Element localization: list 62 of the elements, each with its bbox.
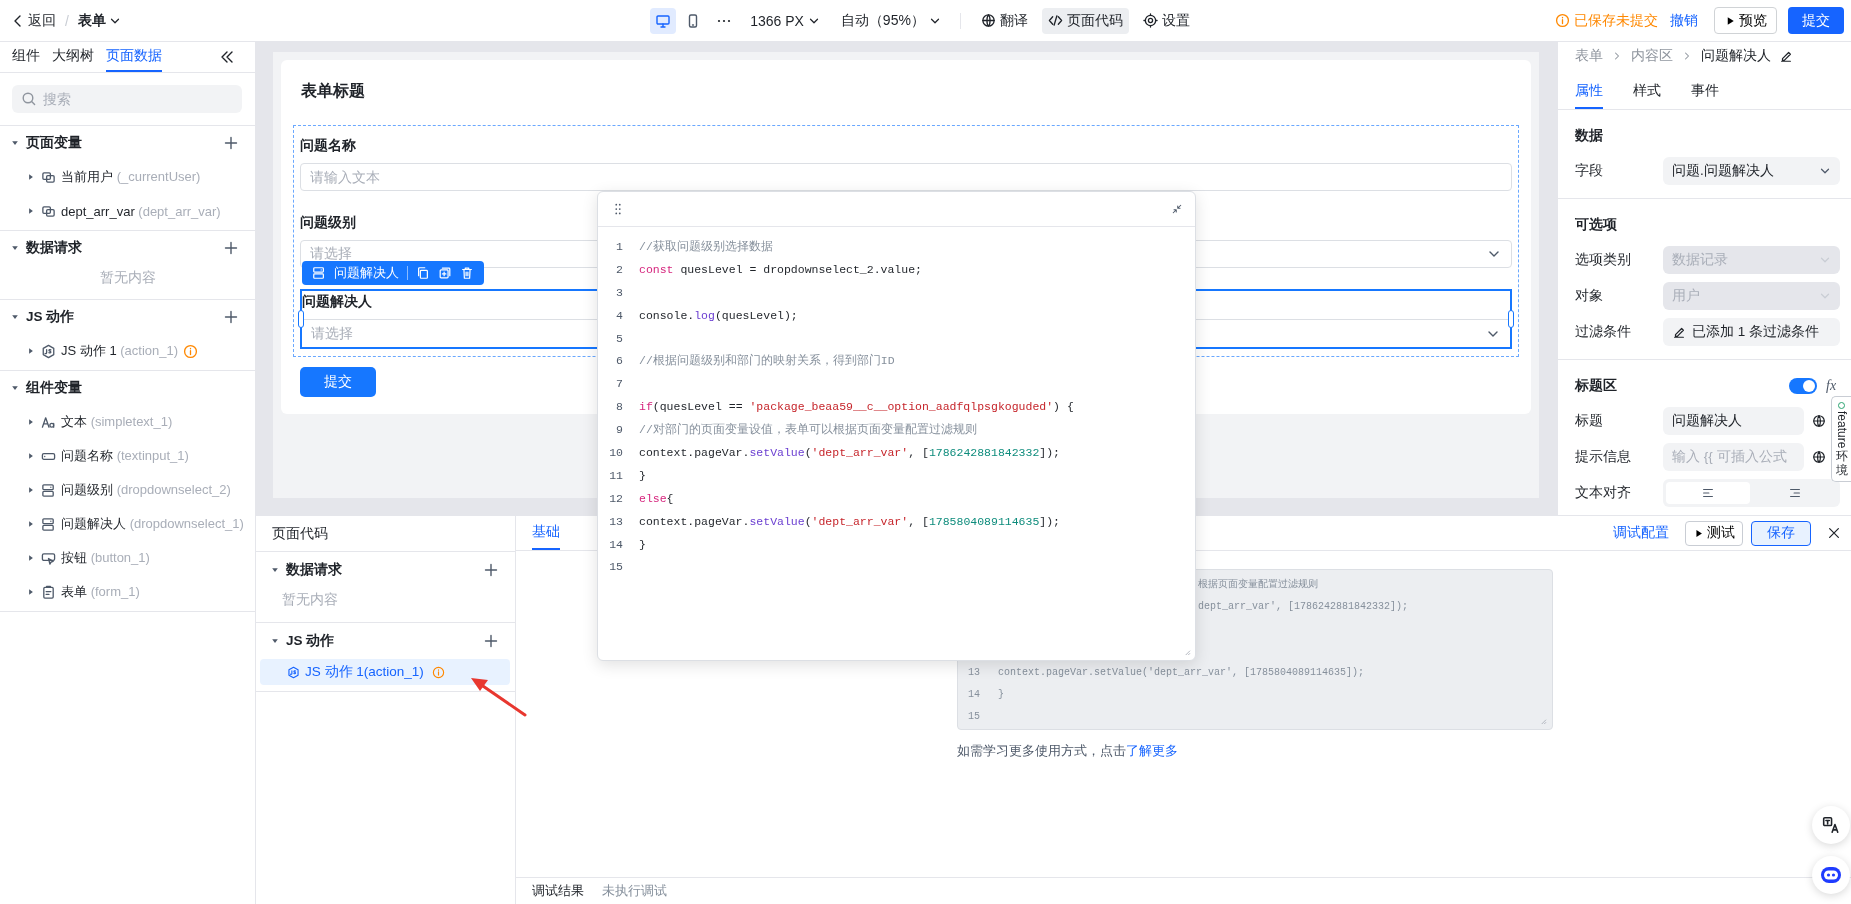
line-number: 9: [615, 423, 623, 437]
component-name: 问题解决人: [334, 264, 399, 282]
panel-title: 页面代码: [256, 516, 515, 552]
code-line: dept_arr_var', [1786242881842332]);: [1197, 600, 1409, 612]
line-number: 4: [615, 308, 623, 322]
line-number: 6: [615, 354, 623, 368]
code-line: context.pageVar.setValue('dept_arr_var', [1785804089114635]);: [998, 666, 1365, 678]
empty-text: 暂无内容: [282, 592, 338, 607]
section-title: 标题区: [1575, 377, 1617, 395]
breadcrumb-separator: /: [65, 12, 69, 29]
field-label: 提示信息: [1575, 448, 1632, 466]
field-label: 问题级别: [300, 213, 356, 232]
line-number: 2: [615, 262, 623, 276]
field-label: 选项类别: [1575, 251, 1632, 269]
section-title: 数据请求: [286, 561, 342, 579]
code-line: if(quesLevel == 'package_beaa59__c__option_aadfqlpsgkoguded') {: [639, 400, 1074, 414]
line-number: 13: [608, 514, 623, 528]
code-line: }: [639, 537, 646, 551]
line-number: 1: [615, 239, 623, 253]
line-number: 10: [608, 445, 623, 459]
line-number: 12: [608, 491, 623, 505]
code-line: console.log(quesLevel);: [639, 308, 798, 322]
field-label: 问题解决人: [302, 292, 372, 311]
code-line: }: [639, 468, 646, 482]
results-status: 未执行调试: [602, 882, 667, 900]
section-title: 可选项: [1575, 216, 1617, 234]
code-line: 根据页面变量配置过滤规则: [1197, 577, 1318, 591]
line-number: 14: [608, 537, 623, 551]
field-label: 问题名称: [300, 136, 356, 155]
code-line: //根据问题级别和部门的映射关系，得到部门ID: [639, 353, 895, 369]
field-label: 对象: [1575, 287, 1604, 305]
field-label: 文本对齐: [1575, 484, 1632, 502]
line-number: 8: [615, 400, 623, 414]
line-number: 15: [967, 710, 981, 722]
section-title: 数据请求: [26, 239, 82, 257]
line-number: 14: [967, 688, 981, 700]
section-title: JS 动作: [26, 308, 75, 326]
line-number: 5: [615, 331, 623, 345]
field-label: 字段: [1575, 162, 1604, 180]
code-line: else{: [639, 491, 674, 505]
help-text: 如需学习更多使用方式，点击了解更多: [957, 742, 1178, 760]
results-title: 调试结果: [532, 882, 584, 900]
code-line: //获取问题级别选择数据: [639, 238, 773, 254]
section-title: JS 动作: [286, 632, 335, 650]
section-title: 组件变量: [26, 379, 82, 397]
empty-text: 暂无内容: [99, 270, 156, 285]
field-label: 标题: [1575, 412, 1604, 430]
section-title: 页面变量: [26, 134, 82, 152]
line-number: 15: [608, 560, 623, 574]
line-number: 13: [967, 666, 981, 678]
line-number: 3: [615, 285, 623, 299]
code-line: context.pageVar.setValue('dept_arr_var', [1786242881842332]);: [639, 445, 1061, 459]
code-line: const quesLevel = dropdownselect_2.value;: [639, 262, 922, 276]
save-status: 已保存未提交: [1574, 11, 1658, 30]
code-line: }: [998, 688, 1004, 700]
section-title: 数据: [1575, 127, 1603, 145]
code-line: context.pageVar.setValue('dept_arr_var', [1785804089114635]);: [639, 514, 1061, 528]
code-line: //对部门的页面变量设值，表单可以根据页面变量配置过滤规则: [639, 422, 977, 438]
form-title: 表单标题: [301, 81, 365, 101]
line-number: 7: [615, 377, 623, 391]
line-number: 11: [608, 468, 623, 482]
field-label: 过滤条件: [1575, 323, 1632, 341]
